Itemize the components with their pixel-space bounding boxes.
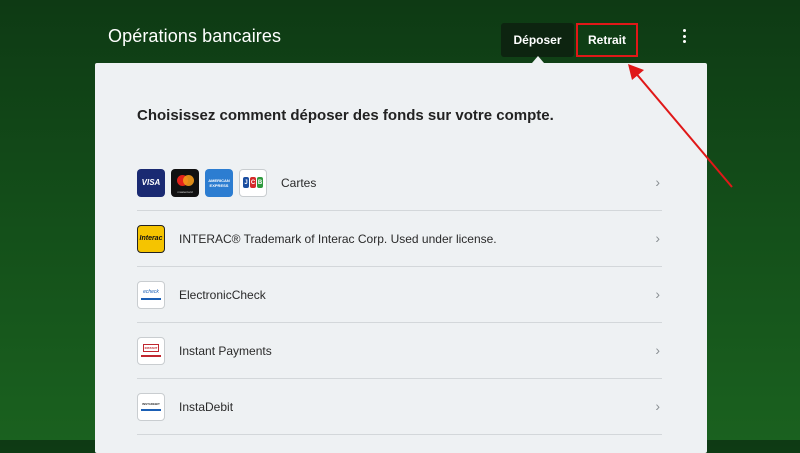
method-label: Instant Payments bbox=[179, 343, 272, 358]
method-instant-payments[interactable]: INSTANT Instant Payments › bbox=[137, 323, 662, 379]
more-options-icon[interactable] bbox=[678, 27, 690, 45]
jcb-logo-icon: JCB bbox=[239, 168, 267, 197]
interac-logo-icon: Interac bbox=[137, 224, 165, 253]
american-express-logo-icon: AMERICAN EXPRESS bbox=[205, 168, 233, 197]
mastercard-logo-icon: mastercard bbox=[171, 168, 199, 197]
method-label: Cartes bbox=[281, 175, 317, 190]
instadebit-logo-icon: INSTADEBIT bbox=[137, 392, 165, 421]
method-instadebit[interactable]: INSTADEBIT InstaDebit › bbox=[137, 379, 662, 435]
chevron-right-icon: › bbox=[655, 397, 660, 414]
echeck-logo-icon: echeck bbox=[137, 280, 165, 309]
method-label: InstaDebit bbox=[179, 399, 234, 414]
method-interac[interactable]: Interac INTERAC® Trademark of Interac Co… bbox=[137, 211, 662, 267]
chevron-right-icon: › bbox=[655, 173, 660, 190]
method-electronic-check[interactable]: echeck ElectronicCheck › bbox=[137, 267, 662, 323]
page-title: Opérations bancaires bbox=[108, 26, 282, 46]
method-cards[interactable]: VISA mastercard AMERICAN EXPRESS JCB Car… bbox=[137, 155, 662, 211]
chevron-right-icon: › bbox=[655, 285, 660, 302]
tab-withdraw[interactable]: Retrait bbox=[576, 23, 638, 57]
method-label: INTERAC® Trademark of Interac Corp. Used… bbox=[179, 231, 497, 246]
panel-heading: Choisissez comment déposer des fonds sur… bbox=[137, 107, 554, 124]
chevron-right-icon: › bbox=[655, 341, 660, 358]
chevron-right-icon: › bbox=[655, 229, 660, 246]
active-tab-indicator bbox=[532, 56, 544, 63]
deposit-panel: Choisissez comment déposer des fonds sur… bbox=[95, 63, 707, 453]
visa-logo-icon: VISA bbox=[137, 168, 165, 197]
instant-payments-logo-icon: INSTANT bbox=[137, 336, 165, 365]
card-logos: VISA mastercard AMERICAN EXPRESS JCB bbox=[137, 168, 267, 197]
method-label: ElectronicCheck bbox=[179, 287, 266, 302]
tab-deposit[interactable]: Déposer bbox=[501, 23, 574, 57]
